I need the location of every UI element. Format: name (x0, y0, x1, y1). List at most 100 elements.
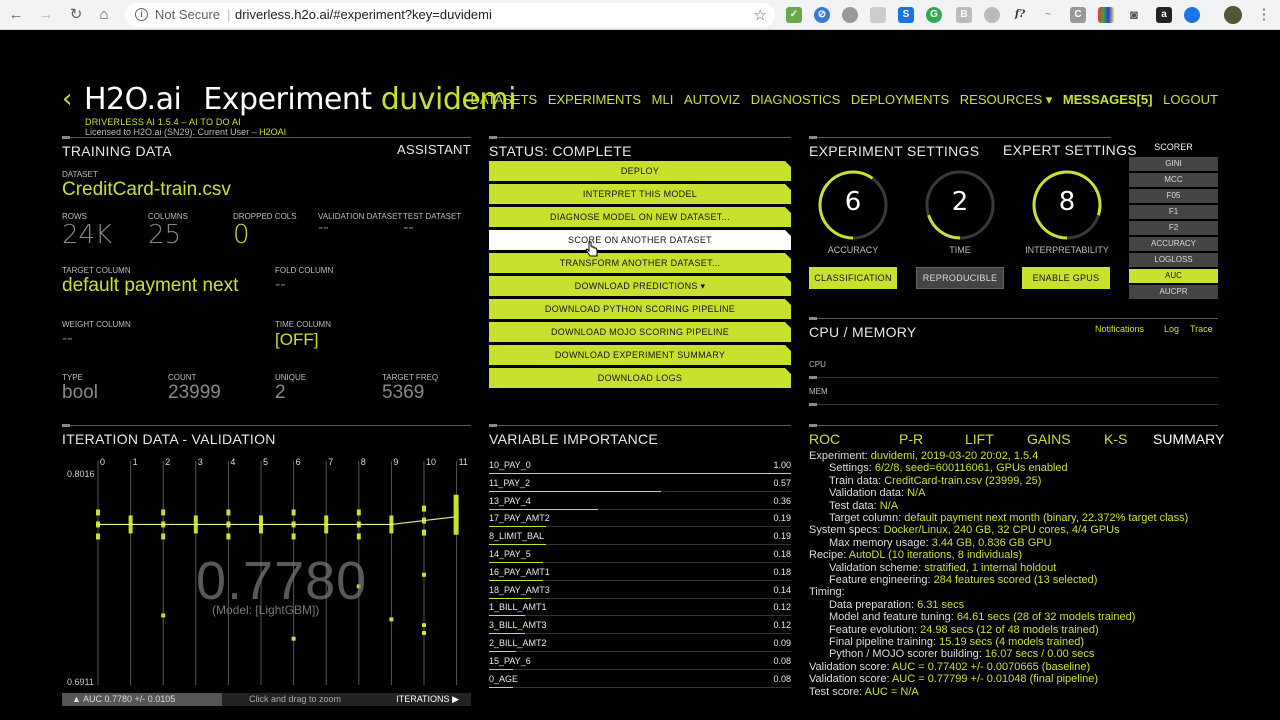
back-chevron-icon[interactable]: ‹ (62, 86, 76, 112)
profile-avatar[interactable] (1224, 6, 1242, 24)
scorer-mcc[interactable]: MCC (1129, 173, 1218, 187)
extension-icon[interactable]: G (926, 7, 942, 23)
model-point[interactable] (422, 505, 426, 512)
download-summary-button[interactable]: DOWNLOAD EXPERIMENT SUMMARY (489, 345, 791, 365)
varimp-row[interactable]: 0_AGE 0.08 (489, 671, 791, 688)
nav-logout[interactable]: LOGOUT (1163, 92, 1218, 107)
model-point[interactable] (356, 509, 361, 516)
tab-ks[interactable]: K-S (1104, 431, 1127, 447)
camera-icon[interactable]: ◙ (1126, 7, 1142, 23)
extension-icon[interactable]: a (1156, 7, 1172, 23)
nav-datasets[interactable]: DATASETS (471, 92, 538, 107)
extension-icon[interactable] (1184, 7, 1200, 23)
nav-experiments[interactable]: EXPERIMENTS (548, 92, 641, 107)
assistant-link[interactable]: ASSISTANT (397, 142, 471, 157)
extension-icon[interactable]: ~ (1040, 7, 1056, 23)
nav-diagnostics[interactable]: DIAGNOSTICS (751, 92, 841, 107)
nav-deployments[interactable]: DEPLOYMENTS (851, 92, 949, 107)
transform-dataset-button[interactable]: TRANSFORM ANOTHER DATASET... (489, 253, 791, 273)
tab-pr[interactable]: P-R (899, 431, 923, 447)
model-point[interactable] (161, 533, 166, 540)
varimp-row[interactable]: 10_PAY_0 1.00 (489, 457, 791, 474)
varimp-row[interactable]: 3_BILL_AMT3 0.12 (489, 617, 791, 635)
model-point[interactable] (291, 533, 296, 540)
extension-icon[interactable]: B (956, 7, 972, 23)
time-column-value[interactable]: [OFF] (275, 330, 318, 350)
model-point[interactable] (193, 527, 198, 534)
download-logs-button[interactable]: DOWNLOAD LOGS (489, 368, 791, 388)
interpret-model-button[interactable]: INTERPRET THIS MODEL (489, 184, 791, 204)
model-point[interactable] (96, 533, 100, 540)
model-point[interactable] (226, 534, 231, 539)
bookmark-star-icon[interactable]: ☆ (754, 6, 767, 24)
nav-resources[interactable]: RESOURCES ▾ (960, 92, 1053, 107)
model-point[interactable] (389, 617, 394, 622)
tab-summary[interactable]: SUMMARY (1153, 431, 1224, 447)
varimp-row[interactable]: 11_PAY_2 0.57 (489, 475, 791, 492)
reproducible-toggle[interactable]: REPRODUCIBLE (916, 267, 1004, 289)
varimp-row[interactable]: 8_LIMIT_BAL 0.19 (489, 528, 791, 546)
dropped-cols-value[interactable]: 0 (233, 220, 250, 250)
model-point[interactable] (422, 529, 426, 536)
deploy-button[interactable]: DEPLOY (489, 161, 791, 181)
model-point[interactable] (259, 515, 263, 522)
info-icon[interactable]: i (135, 8, 148, 21)
model-point[interactable] (161, 613, 166, 618)
iterations-button[interactable]: ITERATIONS ▶ (396, 693, 459, 706)
validation-dataset-value[interactable]: -- (318, 219, 329, 237)
extension-icon[interactable]: C (1070, 7, 1086, 23)
varimp-row[interactable]: 13_PAY_4 0.36 (489, 493, 791, 510)
model-point[interactable] (291, 509, 296, 516)
model-point[interactable] (389, 527, 394, 534)
nav-messages[interactable]: MESSAGES[5] (1063, 92, 1153, 107)
reload-icon[interactable]: ↻ (66, 5, 86, 25)
varimp-row[interactable]: 14_PAY_5 0.18 (489, 546, 791, 563)
varimp-row[interactable]: 15_PAY_6 0.08 (489, 653, 791, 670)
diagnose-model-button[interactable]: DIAGNOSE MODEL ON NEW DATASET... (489, 207, 791, 227)
extension-icon[interactable] (1098, 7, 1114, 23)
trace-link[interactable]: Trace (1190, 324, 1213, 334)
varimp-row[interactable]: 2_BILL_AMT2 0.09 (489, 635, 791, 652)
tab-gains[interactable]: GAINS (1027, 431, 1071, 447)
home-icon[interactable]: ⌂ (94, 5, 114, 25)
model-point[interactable] (356, 533, 361, 540)
varimp-row[interactable]: 17_PAY_AMT2 0.19 (489, 510, 791, 528)
model-point[interactable] (161, 509, 166, 516)
model-point[interactable] (324, 515, 329, 522)
extension-icon[interactable]: ⊘ (814, 7, 830, 23)
model-point[interactable] (193, 515, 198, 522)
extension-icon[interactable]: S (898, 7, 914, 23)
scorer-f05[interactable]: F05 (1129, 189, 1218, 203)
varimp-row[interactable]: 1_BILL_AMT1 0.12 (489, 599, 791, 617)
extension-icon[interactable] (984, 7, 1000, 23)
nav-autoviz[interactable]: AUTOVIZ (684, 92, 740, 107)
varimp-row[interactable]: 16_PAY_AMT1 0.18 (489, 564, 791, 581)
browser-menu-icon[interactable]: ⋮ (1254, 5, 1274, 25)
download-python-pipeline-button[interactable]: DOWNLOAD PYTHON SCORING PIPELINE (489, 299, 791, 319)
extension-icon[interactable] (870, 7, 886, 23)
model-point[interactable] (128, 527, 133, 534)
notifications-link[interactable]: Notifications (1095, 324, 1144, 334)
scorer-gini[interactable]: GINI (1129, 157, 1218, 171)
model-point[interactable] (226, 509, 231, 516)
target-column-value[interactable]: default payment next (62, 275, 238, 297)
tab-lift[interactable]: LIFT (965, 431, 994, 447)
model-point[interactable] (422, 630, 426, 635)
weight-column-value[interactable]: -- (62, 330, 73, 348)
model-point[interactable] (96, 509, 100, 516)
scorer-logloss[interactable]: LOGLOSS (1129, 253, 1218, 267)
auc-summary[interactable]: ▲ AUC 0.7780 +/- 0.0105 (62, 693, 222, 706)
download-mojo-pipeline-button[interactable]: DOWNLOAD MOJO SCORING PIPELINE (489, 322, 791, 342)
enable-gpus-toggle[interactable]: ENABLE GPUS (1022, 267, 1110, 289)
extension-icon[interactable]: ✓ (786, 7, 802, 23)
model-point[interactable] (422, 572, 426, 577)
back-icon[interactable]: ← (6, 5, 26, 25)
final-model-marker[interactable] (453, 494, 459, 535)
model-point[interactable] (259, 527, 263, 534)
test-dataset-value[interactable]: -- (403, 219, 414, 237)
model-point[interactable] (291, 636, 296, 641)
scorer-f2[interactable]: F2 (1129, 221, 1218, 235)
extension-icon[interactable]: f? (1012, 7, 1028, 23)
extension-icon[interactable] (842, 7, 858, 23)
forward-icon[interactable]: → (36, 5, 56, 25)
